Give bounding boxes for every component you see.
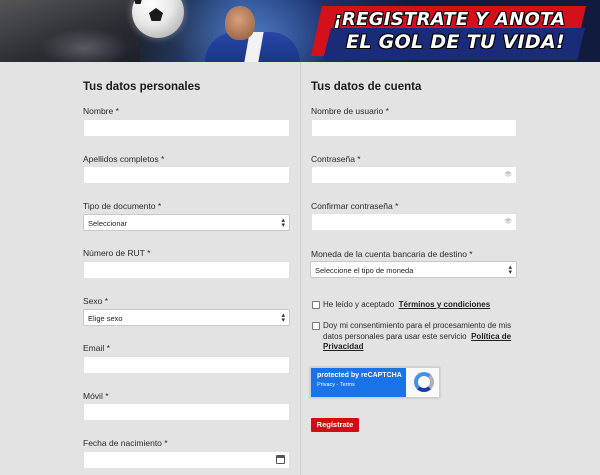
recaptcha-links[interactable]: Privacy - Terms [317,382,400,388]
banner-slogan: ¡REGISTRATE Y ANOTA EL GOL DE TU VIDA! [311,6,600,60]
terms-text: He leído y aceptado Términos y condicion… [323,300,513,311]
confirmar-contrasena-input[interactable]: 👁 [311,213,517,231]
contrasena-label: Contraseña * [311,154,361,164]
tipo-documento-select[interactable]: Seleccionar ▴ ▾ [83,214,290,231]
personal-section-title: Tus datos personales [83,81,201,93]
fecha-nacimiento-label: Fecha de nacimiento * [83,438,168,448]
moneda-value: Seleccione el tipo de moneda [315,266,414,275]
movil-input[interactable] [83,403,290,421]
fecha-nacimiento-input[interactable] [83,451,290,469]
terms-link[interactable]: Términos y condiciones [399,300,491,309]
movil-label: Móvil * [83,391,109,401]
terms-checkbox[interactable] [312,301,320,309]
banner-background-left [0,0,140,62]
chevron-updown-icon: ▴ ▾ [281,312,285,324]
nombre-input[interactable] [83,119,290,137]
nombre-label: Nombre * [83,106,119,116]
confirmar-contrasena-label: Confirmar contraseña * [311,201,399,211]
player-image [205,2,300,62]
register-button[interactable]: Regístrate [311,418,359,432]
calendar-icon[interactable] [276,455,285,464]
recaptcha-logo-icon [414,372,434,392]
eye-icon[interactable]: 👁 [504,218,512,225]
moneda-select[interactable]: Seleccione el tipo de moneda ▴ ▾ [310,261,517,278]
banner-line-1: ¡REGISTRATE Y ANOTA [333,9,566,30]
sexo-select[interactable]: Elige sexo ▴ ▾ [83,309,290,326]
sexo-label: Sexo * [83,296,109,306]
recaptcha-widget[interactable]: protected by reCAPTCHA Privacy - Terms [310,367,440,398]
usuario-label: Nombre de usuario * [311,106,389,116]
tipo-documento-value: Seleccionar [88,219,128,228]
sexo-value: Elige sexo [88,314,123,323]
recaptcha-badge: protected by reCAPTCHA Privacy - Terms [311,368,406,397]
banner-line-2: EL GOL DE TU VIDA! [346,31,565,53]
consent-text: Doy mi consentimiento para el procesamie… [323,321,513,353]
consent-checkbox[interactable] [312,322,320,330]
terms-prefix: He leído y aceptado [323,300,395,309]
apellidos-label: Apellidos completos * [83,154,165,164]
chevron-updown-icon: ▴ ▾ [508,264,512,276]
tipo-documento-label: Tipo de documento * [83,201,162,211]
apellidos-input[interactable] [83,166,290,184]
eye-icon[interactable]: 👁 [504,171,512,178]
rut-label: Número de RUT * [83,248,151,258]
recaptcha-title: protected by reCAPTCHA [317,372,402,379]
account-section-title: Tus datos de cuenta [311,81,422,93]
rut-input[interactable] [83,261,290,279]
chevron-updown-icon: ▴ ▾ [281,217,285,229]
moneda-label: Moneda de la cuenta bancaria de destino … [311,249,473,259]
email-label: Email * [83,343,110,353]
usuario-input[interactable] [311,119,517,137]
promo-banner: ¡REGISTRATE Y ANOTA EL GOL DE TU VIDA! [0,0,600,62]
email-input[interactable] [83,356,290,374]
contrasena-input[interactable]: 👁 [311,166,517,184]
column-divider [300,62,301,475]
